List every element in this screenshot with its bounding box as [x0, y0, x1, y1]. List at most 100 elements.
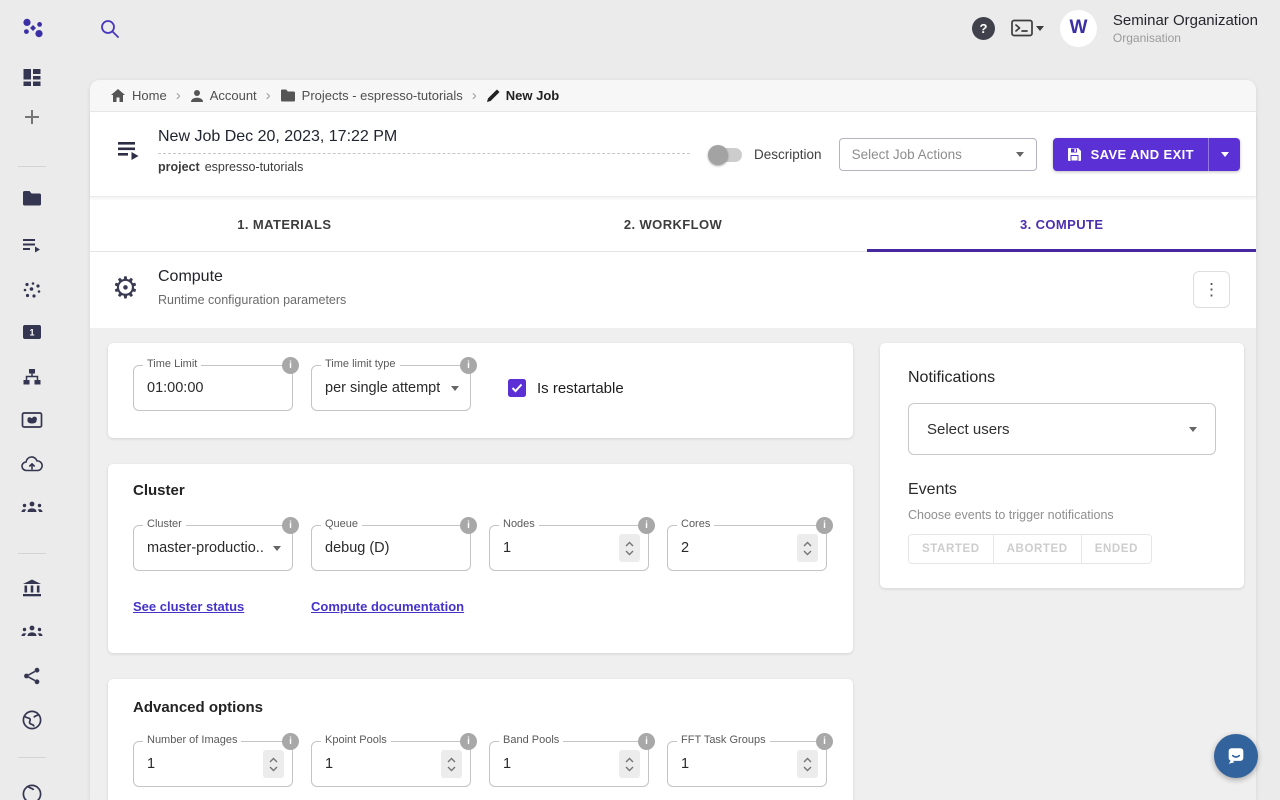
topbar: ? W Seminar Organization Organisation: [0, 0, 1280, 56]
job-title-icon[interactable]: [116, 138, 142, 167]
kebab-menu-button[interactable]: ⋮: [1193, 271, 1230, 308]
info-icon[interactable]: i: [816, 517, 833, 534]
info-icon[interactable]: i: [460, 733, 477, 750]
bank-icon[interactable]: [22, 579, 42, 597]
avatar[interactable]: W: [1060, 10, 1097, 47]
event-ended-button[interactable]: ENDED: [1082, 535, 1151, 563]
select-users-dropdown[interactable]: Select users: [908, 403, 1216, 455]
event-started-button[interactable]: STARTED: [909, 535, 994, 563]
sidebar: 1: [0, 56, 64, 800]
breadcrumb-home[interactable]: Home: [110, 88, 167, 103]
app-screen: ? W Seminar Organization Organisation: [0, 0, 1280, 800]
team-icon[interactable]: [21, 500, 43, 514]
cluster-status-link[interactable]: See cluster status: [133, 599, 311, 614]
event-aborted-button[interactable]: ABORTED: [994, 535, 1082, 563]
number-spinner[interactable]: [797, 534, 818, 562]
compute-content: Time Limit 01:00:00 i Time limit type pe…: [90, 328, 1256, 800]
job-title[interactable]: New Job Dec 20, 2023, 17:22 PM: [158, 128, 690, 154]
description-toggle[interactable]: [708, 148, 742, 162]
cluster-card: Cluster Cluster master-productio... i Qu…: [108, 464, 853, 653]
info-icon[interactable]: i: [460, 517, 477, 534]
events-subtitle: Choose events to trigger notifications: [908, 508, 1216, 522]
nodes-stepper[interactable]: Nodes 1 i: [489, 525, 649, 571]
folder-icon: [280, 89, 296, 102]
job-actions-select[interactable]: Select Job Actions: [839, 138, 1037, 171]
number-spinner[interactable]: [797, 750, 818, 778]
time-limit-type-select[interactable]: Time limit type per single attempt i: [311, 365, 471, 411]
compute-subtitle: Runtime configuration parameters: [158, 293, 346, 307]
field-label: Nodes: [499, 518, 539, 530]
breadcrumb-projects[interactable]: Projects - espresso-tutorials: [280, 88, 463, 103]
workflow-tree-icon[interactable]: [22, 368, 42, 386]
info-icon[interactable]: i: [638, 517, 655, 534]
org-subtitle: Organisation: [1113, 31, 1258, 45]
breadcrumb-account[interactable]: Account: [190, 88, 257, 103]
tab-materials[interactable]: 1. MATERIALS: [90, 197, 479, 251]
field-label: Band Pools: [499, 734, 563, 746]
info-icon[interactable]: i: [282, 357, 299, 374]
checkbox-checked-icon[interactable]: [508, 379, 526, 397]
main-panel: Home › Account › Projects - espresso-tut…: [90, 80, 1256, 800]
events-title: Events: [908, 481, 1216, 499]
time-limit-field[interactable]: Time Limit 01:00:00 i: [133, 365, 293, 411]
info-icon[interactable]: i: [460, 357, 477, 374]
info-icon[interactable]: i: [282, 517, 299, 534]
info-icon[interactable]: i: [638, 733, 655, 750]
field-label: Time limit type: [321, 358, 400, 370]
jobs-list-icon[interactable]: [22, 237, 42, 253]
sidebar-divider: [18, 757, 46, 758]
help-icon[interactable]: ?: [972, 17, 995, 40]
chevron-separator: ›: [266, 87, 271, 104]
search-icon[interactable]: [98, 17, 122, 41]
org-menu[interactable]: Seminar Organization Organisation: [1113, 12, 1258, 45]
field-label: Number of Images: [143, 734, 241, 746]
number-spinner[interactable]: [441, 750, 462, 778]
chevron-down-icon: [1221, 152, 1229, 157]
app-logo-icon[interactable]: [20, 16, 46, 42]
field-label: Time Limit: [143, 358, 201, 370]
field-label: Kpoint Pools: [321, 734, 391, 746]
project-label: project: [158, 160, 200, 174]
info-icon[interactable]: i: [282, 733, 299, 750]
fft-task-groups-stepper[interactable]: FFT Task Groups 1 i: [667, 741, 827, 787]
chevron-down-icon: [1189, 427, 1197, 432]
event-buttons-group: STARTED ABORTED ENDED: [908, 534, 1152, 564]
breadcrumb-new-job[interactable]: New Job: [486, 88, 559, 103]
dashboard-icon[interactable]: [23, 68, 42, 87]
org-name: Seminar Organization: [1113, 12, 1258, 29]
band-pools-stepper[interactable]: Band Pools 1 i: [489, 741, 649, 787]
card-number-icon[interactable]: 1: [22, 324, 42, 340]
tab-workflow[interactable]: 2. WORKFLOW: [479, 197, 868, 251]
save-button-main[interactable]: SAVE AND EXIT: [1053, 138, 1208, 171]
field-label: FFT Task Groups: [677, 734, 770, 746]
save-dropdown-button[interactable]: [1208, 138, 1240, 171]
number-of-images-stepper[interactable]: Number of Images 1 i: [133, 741, 293, 787]
info-icon[interactable]: i: [816, 733, 833, 750]
image-frame-icon[interactable]: [22, 412, 43, 428]
number-spinner[interactable]: [619, 750, 640, 778]
step-tabs: 1. MATERIALS 2. WORKFLOW 3. COMPUTE: [90, 197, 1256, 252]
number-spinner[interactable]: [263, 750, 284, 778]
kpoint-pools-stepper[interactable]: Kpoint Pools 1 i: [311, 741, 471, 787]
plus-icon[interactable]: [23, 108, 41, 126]
materials-dots-icon[interactable]: [22, 281, 42, 299]
save-and-exit-button[interactable]: SAVE AND EXIT: [1053, 138, 1240, 171]
cluster-select[interactable]: Cluster master-productio... i: [133, 525, 293, 571]
queue-field[interactable]: Queue debug (D) i: [311, 525, 471, 571]
globe-partial-icon[interactable]: [22, 784, 42, 800]
users-icon[interactable]: [21, 624, 43, 638]
compute-documentation-link[interactable]: Compute documentation: [311, 599, 464, 614]
chat-bubble-icon: [1223, 743, 1249, 769]
cloud-upload-icon[interactable]: [21, 456, 43, 472]
share-icon[interactable]: [23, 667, 41, 685]
sidebar-divider: [18, 166, 46, 167]
folder-icon[interactable]: [22, 190, 42, 206]
globe-icon[interactable]: [22, 710, 42, 730]
terminal-icon: [1011, 19, 1033, 37]
number-spinner[interactable]: [619, 534, 640, 562]
is-restartable-checkbox[interactable]: Is restartable: [508, 379, 624, 397]
cores-stepper[interactable]: Cores 2 i: [667, 525, 827, 571]
tab-compute[interactable]: 3. COMPUTE: [867, 197, 1256, 251]
terminal-menu[interactable]: [1011, 19, 1044, 37]
chat-support-button[interactable]: [1214, 734, 1258, 778]
